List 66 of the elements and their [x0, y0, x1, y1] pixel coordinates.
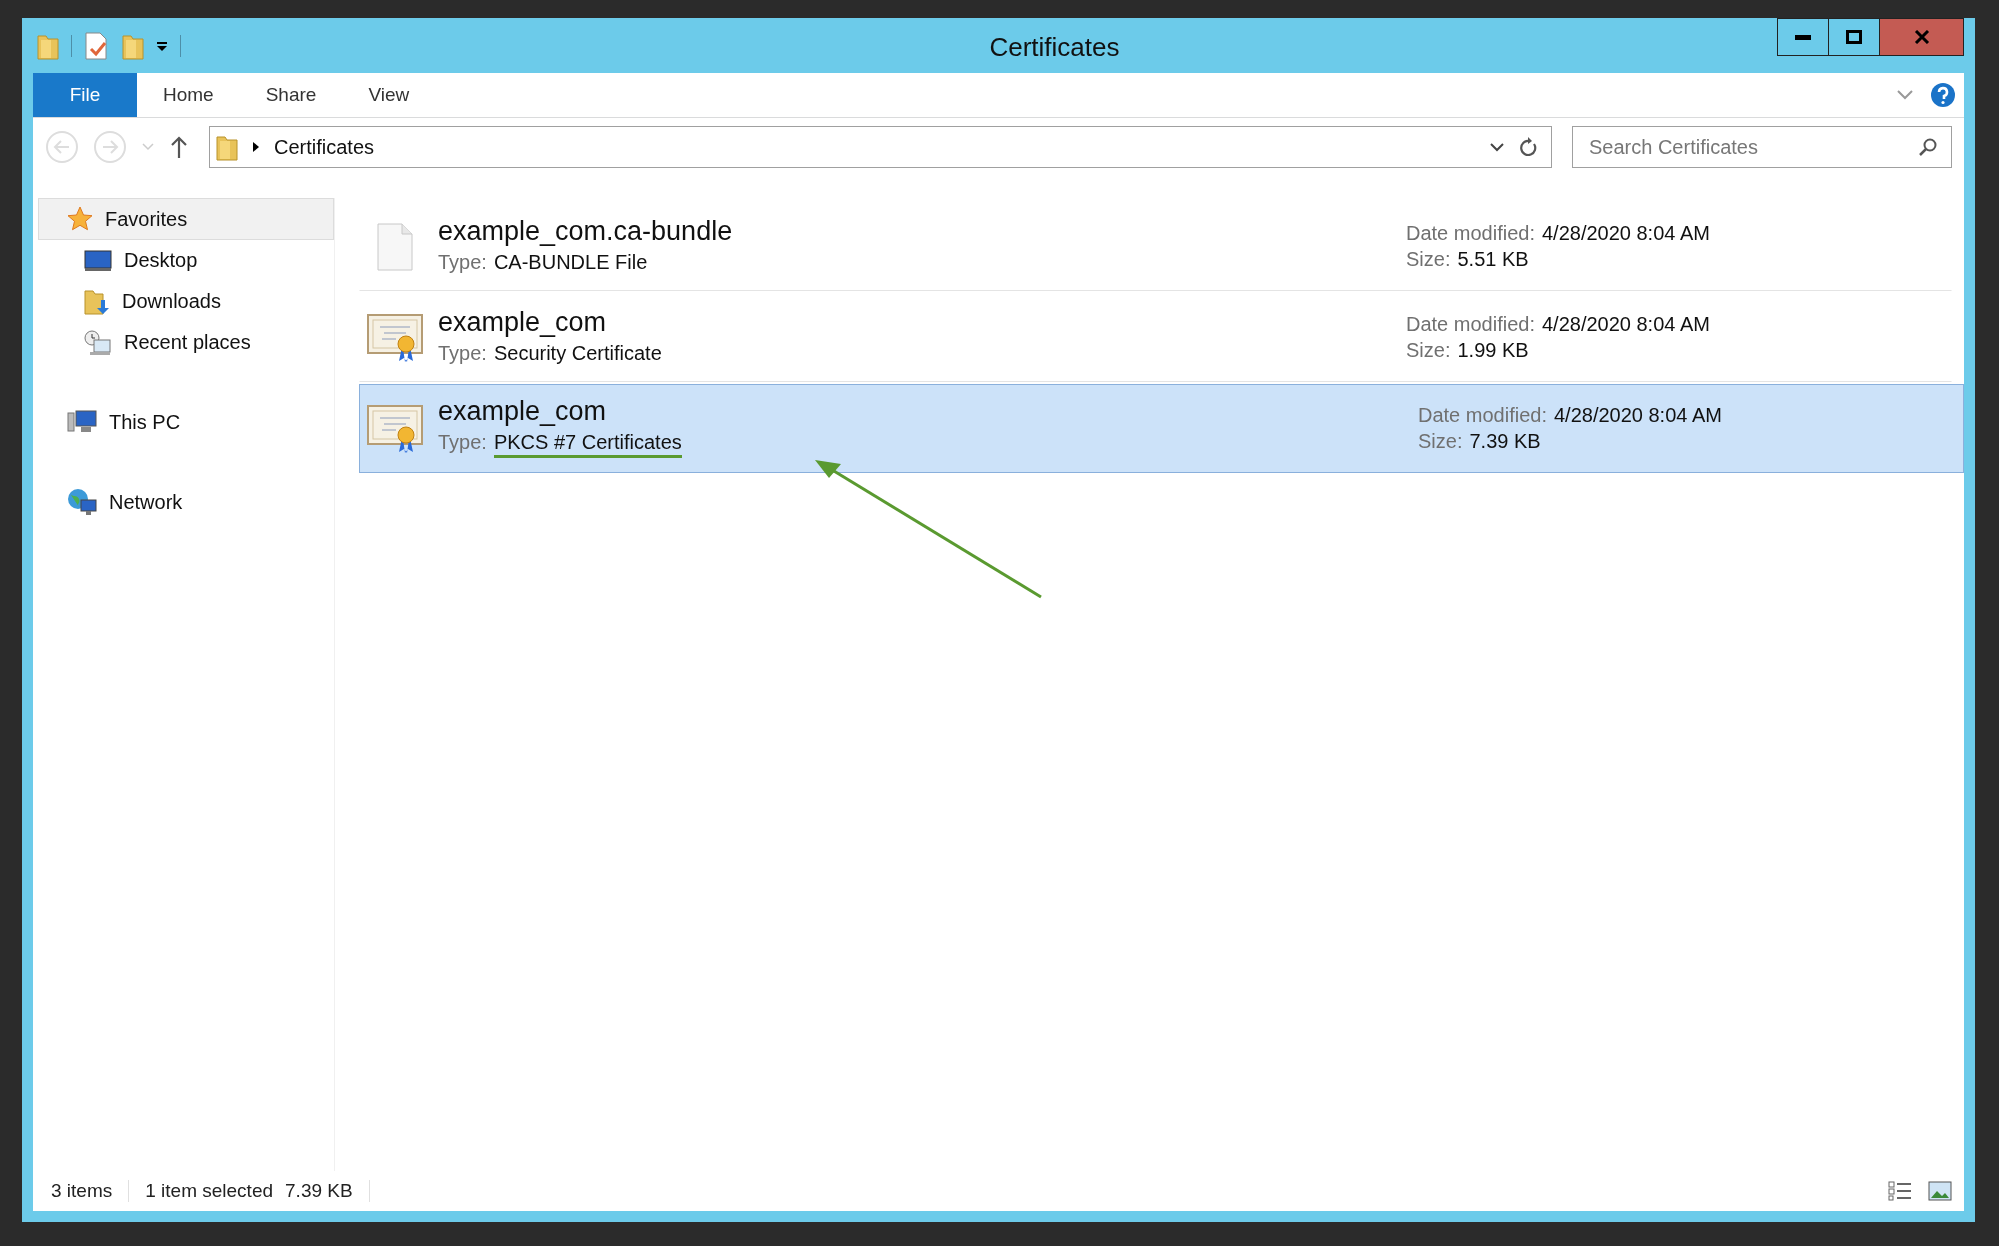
type-label: Type:: [438, 431, 487, 455]
file-name: example_com: [438, 307, 608, 338]
computer-icon: [67, 409, 97, 435]
minimize-button[interactable]: [1777, 18, 1829, 56]
sidebar-item[interactable]: Recent places: [38, 322, 334, 363]
date-label: Date modified:: [1406, 313, 1535, 336]
close-icon: [1913, 30, 1930, 44]
sidebar-item[interactable]: Downloads: [38, 281, 334, 322]
customize-toolbar-icon[interactable]: [156, 39, 168, 52]
network-icon: [67, 488, 97, 516]
minimize-icon: [1795, 34, 1811, 40]
expand-ribbon-icon[interactable]: [1896, 89, 1914, 101]
file-date: 4/28/2020 8:04 AM: [1553, 404, 1722, 427]
file-name: example_com.ca-bundle: [438, 216, 734, 247]
size-label: Size:: [1418, 430, 1463, 453]
ribbon-tab[interactable]: File: [33, 73, 137, 117]
maximize-icon: [1846, 30, 1862, 44]
sidebar-item[interactable]: Favorites: [38, 198, 334, 240]
maximize-button[interactable]: [1828, 18, 1880, 56]
monitor-icon: [84, 249, 112, 272]
file-date: 4/28/2020 8:04 AM: [1541, 313, 1710, 336]
folder-download-icon: [84, 287, 110, 316]
file-item[interactable]: example_com.ca-bundle Type: CA-BUNDLE File Date modified: 4/28/2020 8:04 AM Size: 5.51 KB: [359, 202, 1952, 291]
file-size: 1.99 KB: [1457, 339, 1529, 362]
type-label: Type:: [438, 251, 487, 274]
refresh-icon[interactable]: [1519, 136, 1539, 158]
file-type: CA-BUNDLE File: [493, 251, 648, 274]
details-view-icon[interactable]: [1888, 1181, 1912, 1201]
sidebar-item[interactable]: Network: [38, 481, 334, 523]
dropdown-icon[interactable]: [1489, 142, 1505, 152]
breadcrumb-arrow-icon[interactable]: [252, 141, 260, 153]
large-icons-view-icon[interactable]: [1928, 1181, 1952, 1201]
file-size: 5.51 KB: [1457, 248, 1529, 271]
close-button[interactable]: [1879, 18, 1964, 56]
file-type: PKCS #7 Certificates: [493, 431, 682, 458]
selection-count: 1 item selected: [145, 1180, 274, 1202]
address-bar[interactable]: Certificates: [209, 126, 1552, 168]
ribbon-tab[interactable]: Share: [239, 73, 343, 117]
file-type: Security Certificate: [493, 342, 662, 365]
file-name: example_com: [438, 396, 608, 427]
search-icon[interactable]: [1918, 137, 1938, 157]
star-icon: [67, 206, 93, 232]
sidebar-item[interactable]: Desktop: [38, 240, 334, 281]
sidebar-item[interactable]: This PC: [38, 401, 334, 443]
file-item[interactable]: example_com Type: PKCS #7 Certificates Date modified: 4/28/2020 8:04 AM Size: 7.39 KB: [359, 384, 1964, 473]
breadcrumb[interactable]: Certificates: [274, 135, 375, 159]
type-label: Type:: [438, 342, 487, 365]
item-count: 3 items: [51, 1180, 113, 1202]
window-title: Certificates: [988, 31, 1121, 63]
file-item[interactable]: example_com Type: Security Certificate Date modified: 4/28/2020 8:04 AM Size: 1.99 KB: [359, 293, 1952, 382]
search-field[interactable]: Search Certificates: [1572, 126, 1952, 168]
date-label: Date modified:: [1418, 404, 1547, 427]
size-label: Size:: [1406, 339, 1451, 362]
size-label: Size:: [1406, 248, 1451, 271]
help-icon[interactable]: [1930, 82, 1956, 108]
ribbon-tab[interactable]: Home: [137, 73, 240, 117]
file-icon: [376, 221, 414, 272]
selection-size: 7.39 KB: [285, 1180, 353, 1202]
file-size: 7.39 KB: [1469, 430, 1541, 453]
folder-icon: [216, 133, 238, 161]
recent-places-icon: [84, 329, 112, 356]
properties-icon[interactable]: [84, 30, 110, 61]
file-date: 4/28/2020 8:04 AM: [1541, 222, 1710, 245]
up-icon[interactable]: [169, 135, 189, 159]
ribbon-tab[interactable]: View: [342, 73, 436, 117]
date-label: Date modified:: [1406, 222, 1535, 245]
